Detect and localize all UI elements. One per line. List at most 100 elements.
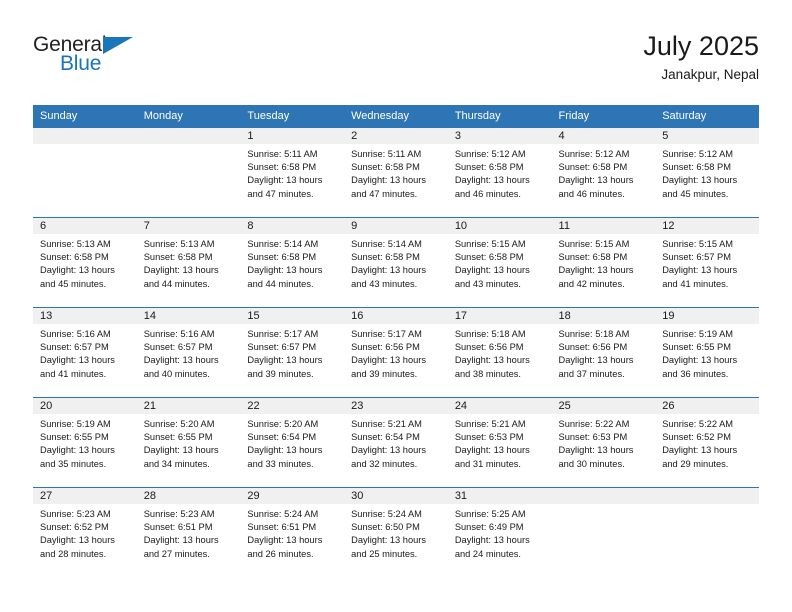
- day-cell[interactable]: 31 Sunrise: 5:25 AM Sunset: 6:49 PM Dayligh…: [447, 487, 552, 578]
- sunrise-text: Sunrise: 5:23 AM: [40, 509, 111, 519]
- day-number: 27: [33, 488, 137, 504]
- daylight-text-line2: and 27 minutes.: [143, 548, 210, 559]
- sunrise-text: Sunrise: 5:19 AM: [40, 419, 111, 429]
- page-header: General Blue July 2025 Janakpur, Nepal: [33, 30, 759, 92]
- sunrise-text: Sunrise: 5:14 AM: [247, 239, 319, 249]
- day-number: 16: [344, 308, 448, 324]
- day-number: 31: [447, 488, 552, 504]
- day-cell[interactable]: 16 Sunrise: 5:17 AM Sunset: 6:56 PM Dayligh…: [344, 307, 448, 398]
- day-cell[interactable]: [551, 487, 656, 578]
- daylight-text-line2: and 43 minutes.: [351, 278, 418, 289]
- day-number: 19: [655, 308, 759, 324]
- daylight-text-line2: and 28 minutes.: [40, 548, 107, 559]
- daylight-text-line2: and 36 minutes.: [662, 368, 729, 379]
- sunrise-text: Sunrise: 5:18 AM: [454, 329, 526, 339]
- daylight-text-line1: Daylight: 13 hours: [454, 355, 530, 366]
- daylight-text-line1: Daylight: 13 hours: [662, 355, 738, 366]
- day-cell[interactable]: 22 Sunrise: 5:20 AM Sunset: 6:54 PM Dayligh…: [240, 397, 345, 488]
- day-cell[interactable]: 27 Sunrise: 5:23 AM Sunset: 6:52 PM Dayligh…: [33, 487, 137, 578]
- sunrise-text: Sunrise: 5:21 AM: [454, 419, 526, 429]
- day-cell[interactable]: 28 Sunrise: 5:23 AM Sunset: 6:51 PM Dayligh…: [136, 487, 241, 578]
- day-cell[interactable]: 7 Sunrise: 5:13 AM Sunset: 6:58 PM Daylight…: [136, 217, 241, 308]
- sunrise-text: Sunrise: 5:19 AM: [662, 329, 734, 339]
- day-cell[interactable]: 8 Sunrise: 5:14 AM Sunset: 6:58 PM Daylight…: [240, 217, 345, 308]
- calendar-page: General Blue July 2025 Janakpur, Nepal S…: [0, 0, 792, 612]
- daylight-text-line1: Daylight: 13 hours: [351, 355, 427, 366]
- sunset-text: Sunset: 6:53 PM: [558, 432, 628, 443]
- day-cell[interactable]: 15 Sunrise: 5:17 AM Sunset: 6:57 PM Dayligh…: [240, 307, 345, 398]
- daylight-text-line1: Daylight: 13 hours: [351, 175, 427, 186]
- sunset-text: Sunset: 6:52 PM: [40, 522, 109, 533]
- sunset-text: Sunset: 6:57 PM: [143, 342, 213, 353]
- day-cell[interactable]: 9 Sunrise: 5:14 AM Sunset: 6:58 PM Daylight…: [344, 217, 448, 308]
- calendar-header-row: Sunday Monday Tuesday Wednesday Thursday…: [33, 105, 759, 128]
- day-cell[interactable]: 5 Sunrise: 5:12 AM Sunset: 6:58 PM Daylight…: [655, 127, 759, 218]
- daylight-text-line1: Daylight: 13 hours: [351, 445, 427, 456]
- sunset-text: Sunset: 6:58 PM: [662, 162, 731, 173]
- day-cell[interactable]: 18 Sunrise: 5:18 AM Sunset: 6:56 PM Dayligh…: [551, 307, 656, 398]
- daylight-text-line2: and 29 minutes.: [662, 458, 729, 469]
- day-cell[interactable]: [655, 487, 759, 578]
- day-cell[interactable]: 6 Sunrise: 5:13 AM Sunset: 6:58 PM Daylight…: [33, 217, 137, 308]
- sunset-text: Sunset: 6:54 PM: [247, 432, 317, 443]
- sunrise-text: Sunrise: 5:13 AM: [40, 239, 111, 249]
- sunset-text: Sunset: 6:58 PM: [143, 252, 213, 263]
- day-number: 30: [344, 488, 448, 504]
- day-cell[interactable]: 29 Sunrise: 5:24 AM Sunset: 6:51 PM Dayligh…: [240, 487, 345, 578]
- sunset-text: Sunset: 6:58 PM: [247, 252, 317, 263]
- daylight-text-line2: and 25 minutes.: [351, 548, 418, 559]
- day-cell[interactable]: 30 Sunrise: 5:24 AM Sunset: 6:50 PM Dayligh…: [344, 487, 448, 578]
- sunrise-text: Sunrise: 5:16 AM: [40, 329, 111, 339]
- daylight-text-line2: and 47 minutes.: [247, 188, 314, 199]
- daylight-text-line2: and 35 minutes.: [40, 458, 107, 469]
- day-number: [136, 128, 241, 144]
- daylight-text-line1: Daylight: 13 hours: [40, 445, 115, 456]
- day-cell[interactable]: 3 Sunrise: 5:12 AM Sunset: 6:58 PM Daylight…: [447, 127, 552, 218]
- sunrise-text: Sunrise: 5:22 AM: [662, 419, 734, 429]
- day-cell[interactable]: 14 Sunrise: 5:16 AM Sunset: 6:57 PM Dayligh…: [136, 307, 241, 398]
- sunrise-text: Sunrise: 5:24 AM: [247, 509, 319, 519]
- day-cell[interactable]: 13 Sunrise: 5:16 AM Sunset: 6:57 PM Dayligh…: [33, 307, 137, 398]
- daylight-text-line2: and 46 minutes.: [454, 188, 521, 199]
- calendar-week-row: 20 Sunrise: 5:19 AM Sunset: 6:55 PM Dayligh…: [33, 397, 759, 488]
- day-number: 10: [447, 218, 552, 234]
- daylight-text-line1: Daylight: 13 hours: [454, 265, 530, 276]
- day-cell[interactable]: [33, 127, 137, 218]
- day-cell[interactable]: 2 Sunrise: 5:11 AM Sunset: 6:58 PM Daylight…: [344, 127, 448, 218]
- sunrise-text: Sunrise: 5:20 AM: [143, 419, 215, 429]
- sunset-text: Sunset: 6:58 PM: [558, 252, 628, 263]
- day-cell[interactable]: 23 Sunrise: 5:21 AM Sunset: 6:54 PM Dayligh…: [344, 397, 448, 488]
- day-number: [33, 128, 137, 144]
- daylight-text-line2: and 41 minutes.: [662, 278, 729, 289]
- day-number: 28: [136, 488, 241, 504]
- day-cell[interactable]: 1 Sunrise: 5:11 AM Sunset: 6:58 PM Daylight…: [240, 127, 345, 218]
- day-cell[interactable]: 26 Sunrise: 5:22 AM Sunset: 6:52 PM Dayligh…: [655, 397, 759, 488]
- day-cell[interactable]: 17 Sunrise: 5:18 AM Sunset: 6:56 PM Dayligh…: [447, 307, 552, 398]
- daylight-text-line1: Daylight: 13 hours: [40, 535, 115, 546]
- title-block: July 2025 Janakpur, Nepal: [643, 30, 759, 84]
- day-cell[interactable]: 19 Sunrise: 5:19 AM Sunset: 6:55 PM Dayligh…: [655, 307, 759, 398]
- sunset-text: Sunset: 6:50 PM: [351, 522, 420, 533]
- daylight-text-line1: Daylight: 13 hours: [247, 445, 323, 456]
- calendar-week-row: 27 Sunrise: 5:23 AM Sunset: 6:52 PM Dayligh…: [33, 487, 759, 578]
- day-number: 4: [551, 128, 656, 144]
- calendar-table: Sunday Monday Tuesday Wednesday Thursday…: [33, 105, 759, 578]
- day-cell[interactable]: 10 Sunrise: 5:15 AM Sunset: 6:58 PM Dayligh…: [447, 217, 552, 308]
- day-cell[interactable]: 4 Sunrise: 5:12 AM Sunset: 6:58 PM Daylight…: [551, 127, 656, 218]
- day-cell[interactable]: 12 Sunrise: 5:15 AM Sunset: 6:57 PM Dayligh…: [655, 217, 759, 308]
- day-cell[interactable]: 21 Sunrise: 5:20 AM Sunset: 6:55 PM Dayligh…: [136, 397, 241, 488]
- day-cell[interactable]: 11 Sunrise: 5:15 AM Sunset: 6:58 PM Dayligh…: [551, 217, 656, 308]
- daylight-text-line1: Daylight: 13 hours: [143, 535, 219, 546]
- daylight-text-line2: and 41 minutes.: [40, 368, 107, 379]
- general-blue-logo[interactable]: General Blue: [33, 30, 153, 84]
- day-cell[interactable]: [136, 127, 241, 218]
- day-number: 7: [136, 218, 241, 234]
- daylight-text-line1: Daylight: 13 hours: [40, 265, 115, 276]
- sunrise-text: Sunrise: 5:15 AM: [454, 239, 526, 249]
- daylight-text-line1: Daylight: 13 hours: [454, 445, 530, 456]
- day-cell[interactable]: 25 Sunrise: 5:22 AM Sunset: 6:53 PM Dayligh…: [551, 397, 656, 488]
- day-cell[interactable]: 24 Sunrise: 5:21 AM Sunset: 6:53 PM Dayligh…: [447, 397, 552, 488]
- sunrise-text: Sunrise: 5:20 AM: [247, 419, 319, 429]
- day-cell[interactable]: 20 Sunrise: 5:19 AM Sunset: 6:55 PM Dayligh…: [33, 397, 137, 488]
- day-number: 29: [240, 488, 345, 504]
